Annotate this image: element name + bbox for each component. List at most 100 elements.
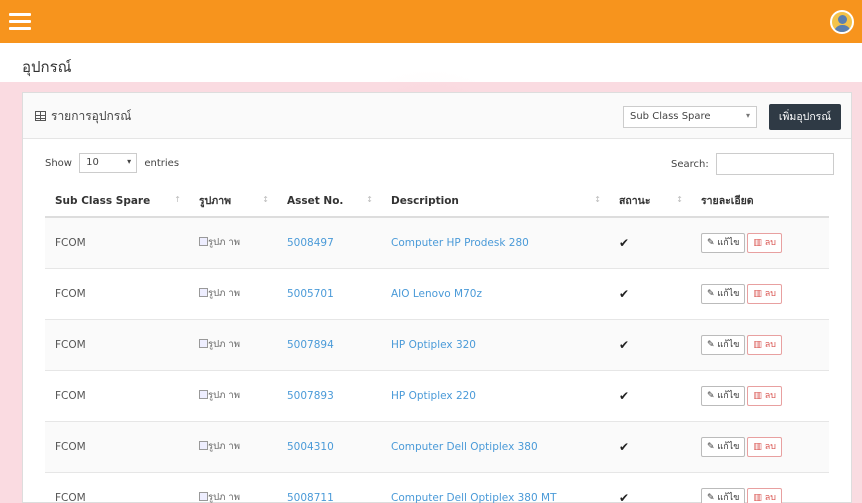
edit-button[interactable]: ✎ แก้ไข <box>701 436 746 457</box>
broken-image-icon: รูปภ าพ <box>199 287 267 301</box>
delete-button[interactable]: ▥ ลบ <box>747 283 782 304</box>
trash-icon: ▥ <box>753 237 762 248</box>
cell-description: Computer HP Prodesk 280 <box>381 216 609 268</box>
cell-status: ✔ <box>609 420 691 472</box>
column-header-sub-class[interactable]: Sub Class Spare ↑ <box>45 185 189 218</box>
cell-status: ✔ <box>609 318 691 370</box>
top-navbar <box>0 0 862 43</box>
cell-image: รูปภ าพ <box>189 318 277 370</box>
cell-asset-no: 5007893 <box>277 369 381 421</box>
edit-icon: ✎ <box>707 441 715 452</box>
cell-status: ✔ <box>609 267 691 319</box>
edit-button[interactable]: ✎ แก้ไข <box>701 487 746 503</box>
delete-button[interactable]: ▥ ลบ <box>747 385 782 406</box>
cell-actions: ✎ แก้ไข ▥ ลบ <box>691 369 829 421</box>
cell-description: AIO Lenovo M70z <box>381 267 609 319</box>
description-link[interactable]: Computer Dell Optiplex 380 MT <box>391 492 556 503</box>
cell-actions: ✎ แก้ไข ▥ ลบ <box>691 216 829 268</box>
description-link[interactable]: HP Optiplex 320 <box>391 339 476 351</box>
cell-image: รูปภ าพ <box>189 267 277 319</box>
asset-no-link[interactable]: 5008711 <box>287 492 334 503</box>
cell-description: HP Optiplex 220 <box>381 369 609 421</box>
column-header-description[interactable]: Description ↕ <box>381 185 609 218</box>
check-icon: ✔ <box>619 235 630 250</box>
asset-no-link[interactable]: 5005701 <box>287 288 334 300</box>
show-label: Show <box>45 158 72 169</box>
panel-title-text: รายการอุปกรณ์ <box>51 109 132 123</box>
cell-asset-no: 5004310 <box>277 420 381 472</box>
trash-icon: ▥ <box>753 390 762 401</box>
cell-description: HP Optiplex 320 <box>381 318 609 370</box>
description-link[interactable]: Computer Dell Optiplex 380 <box>391 441 538 453</box>
cell-sub-class: FCOM <box>45 471 189 503</box>
user-avatar[interactable] <box>830 10 854 34</box>
sort-icon: ↕ <box>262 195 269 204</box>
column-header-status[interactable]: สถานะ ↕ <box>609 185 691 218</box>
table-row: FCOM รูปภ าพ 5004310 Computer Dell Optip… <box>45 420 829 472</box>
delete-button[interactable]: ▥ ลบ <box>747 487 782 503</box>
edit-button[interactable]: ✎ แก้ไข <box>701 283 746 304</box>
cell-status: ✔ <box>609 369 691 421</box>
table-row: FCOM รูปภ าพ 5005701 AIO Lenovo M70z ✔ ✎… <box>45 267 829 319</box>
description-link[interactable]: HP Optiplex 220 <box>391 390 476 402</box>
cell-sub-class: FCOM <box>45 318 189 370</box>
cell-actions: ✎ แก้ไข ▥ ลบ <box>691 420 829 472</box>
check-icon: ✔ <box>619 337 630 352</box>
sort-asc-icon: ↑ <box>174 195 181 204</box>
description-link[interactable]: AIO Lenovo M70z <box>391 288 482 300</box>
cell-description: Computer Dell Optiplex 380 <box>381 420 609 472</box>
cell-actions: ✎ แก้ไข ▥ ลบ <box>691 471 829 503</box>
trash-icon: ▥ <box>753 339 762 350</box>
cell-asset-no: 5008497 <box>277 216 381 268</box>
description-link[interactable]: Computer HP Prodesk 280 <box>391 237 529 249</box>
sort-icon: ↕ <box>366 195 373 204</box>
edit-icon: ✎ <box>707 237 715 248</box>
page-title: อุปกรณ์ <box>22 58 72 76</box>
delete-button[interactable]: ▥ ลบ <box>747 232 782 253</box>
asset-no-link[interactable]: 5007894 <box>287 339 334 351</box>
hamburger-menu-icon[interactable] <box>9 13 31 31</box>
edit-icon: ✎ <box>707 390 715 401</box>
panel-title: รายการอุปกรณ์ <box>35 107 131 126</box>
page-length-select[interactable]: 10 ▾ <box>79 153 138 173</box>
search-control: Search: <box>671 153 834 175</box>
table-row: FCOM รูปภ าพ 5008497 Computer HP Prodesk… <box>45 216 829 268</box>
search-input[interactable] <box>715 153 834 175</box>
caret-down-icon: ▾ <box>745 111 750 120</box>
add-equipment-button[interactable]: เพิ่มอุปกรณ์ <box>769 104 841 130</box>
cell-status: ✔ <box>609 216 691 268</box>
cell-description: Computer Dell Optiplex 380 MT <box>381 471 609 503</box>
trash-icon: ▥ <box>753 288 762 299</box>
check-icon: ✔ <box>619 490 630 503</box>
column-header-details: รายละเอียด <box>691 185 829 218</box>
trash-icon: ▥ <box>753 492 762 503</box>
delete-button[interactable]: ▥ ลบ <box>747 436 782 457</box>
table-icon <box>35 111 46 121</box>
sub-class-select-value: Sub Class Spare <box>630 111 711 122</box>
asset-no-link[interactable]: 5004310 <box>287 441 334 453</box>
asset-no-link[interactable]: 5008497 <box>287 237 334 249</box>
cell-asset-no: 5008711 <box>277 471 381 503</box>
sub-class-select[interactable]: Sub Class Spare ▾ <box>623 106 757 128</box>
edit-button[interactable]: ✎ แก้ไข <box>701 385 746 406</box>
cell-image: รูปภ าพ <box>189 471 277 503</box>
asset-no-link[interactable]: 5007893 <box>287 390 334 402</box>
page-length-value: 10 <box>86 157 99 168</box>
cell-sub-class: FCOM <box>45 420 189 472</box>
table-header-row: Sub Class Spare ↑ รูปภาพ ↕ Asset No. ↕ Desc… <box>45 185 829 218</box>
panel-header: รายการอุปกรณ์ Sub Class Spare ▾ เพิ่มอุป… <box>23 93 851 139</box>
cell-sub-class: FCOM <box>45 216 189 268</box>
broken-image-icon: รูปภ าพ <box>199 236 267 250</box>
delete-button[interactable]: ▥ ลบ <box>747 334 782 355</box>
entries-label: entries <box>144 158 180 169</box>
cell-status: ✔ <box>609 471 691 503</box>
table-row: FCOM รูปภ าพ 5007893 HP Optiplex 220 ✔ ✎… <box>45 369 829 421</box>
edit-button[interactable]: ✎ แก้ไข <box>701 232 746 253</box>
column-header-image[interactable]: รูปภาพ ↕ <box>189 185 277 218</box>
trash-icon: ▥ <box>753 441 762 452</box>
cell-image: รูปภ าพ <box>189 216 277 268</box>
cell-actions: ✎ แก้ไข ▥ ลบ <box>691 267 829 319</box>
edit-button[interactable]: ✎ แก้ไข <box>701 334 746 355</box>
column-header-asset-no[interactable]: Asset No. ↕ <box>277 185 381 218</box>
cell-sub-class: FCOM <box>45 267 189 319</box>
